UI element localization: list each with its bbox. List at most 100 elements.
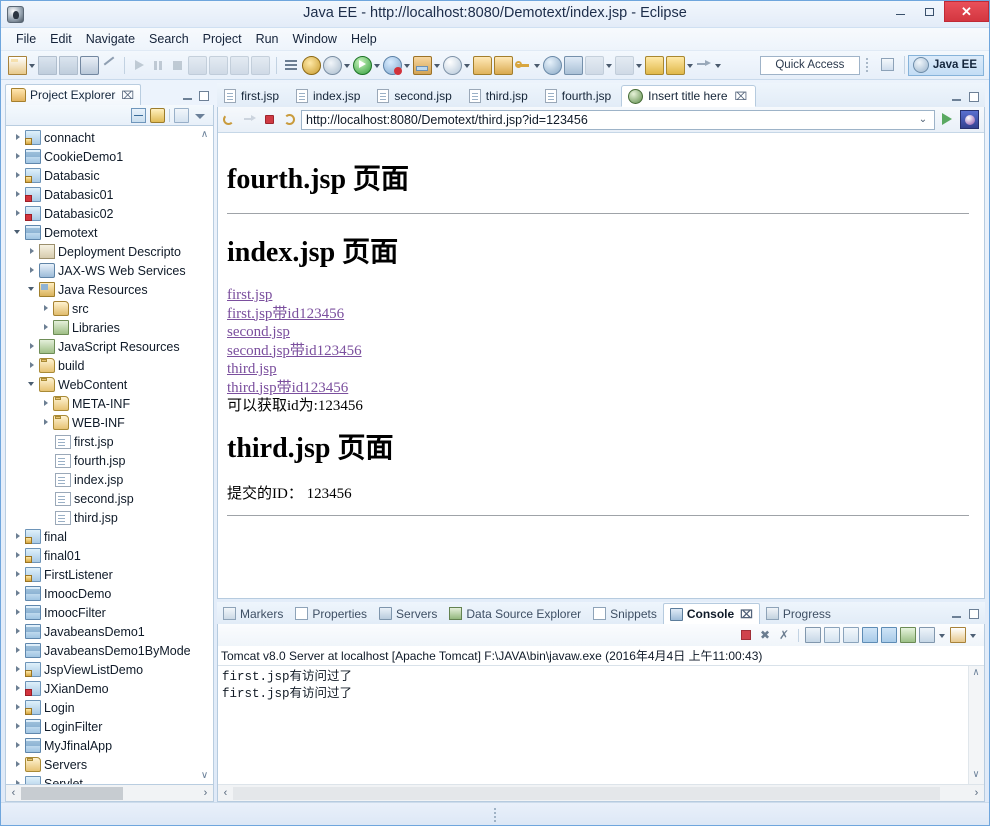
tree-item-imoocdemo[interactable]: ImoocDemo (6, 584, 213, 603)
editor-tab-index-jsp[interactable]: index.jsp (289, 85, 369, 107)
last-edit-location-icon[interactable] (696, 57, 713, 74)
show-console-on-output-icon[interactable] (862, 627, 878, 643)
bottom-tab-snippets[interactable]: Snippets (587, 603, 663, 624)
chevron-right-icon[interactable] (12, 679, 25, 698)
console-vscrollbar[interactable]: ∧ ∨ (968, 666, 984, 784)
editor-tab-fourth-jsp[interactable]: fourth.jsp (538, 85, 620, 107)
tree-item-first-jsp[interactable]: first.jsp (6, 432, 213, 451)
chevron-right-icon[interactable] (26, 261, 39, 280)
open-type-arrow[interactable] (533, 57, 542, 74)
editor-tab-third-jsp[interactable]: third.jsp (462, 85, 537, 107)
bottom-tab-progress[interactable]: Progress (760, 603, 837, 624)
new-wizard-icon[interactable] (8, 55, 27, 75)
resume-icon[interactable] (131, 57, 148, 74)
forward-icon[interactable] (666, 55, 685, 75)
view-menu-icon[interactable] (193, 108, 208, 123)
bottom-tab-data-source-explorer[interactable]: Data Source Explorer (443, 603, 587, 624)
toggle-breakpoint-icon[interactable] (302, 55, 321, 75)
link-editor-icon[interactable] (101, 57, 118, 74)
tree-item-second-jsp[interactable]: second.jsp (6, 489, 213, 508)
profile-arrow[interactable] (463, 57, 472, 74)
chevron-right-icon[interactable] (12, 660, 25, 679)
chevron-right-icon[interactable] (12, 755, 25, 774)
pin-console-icon[interactable] (900, 627, 916, 643)
last-edit-arrow[interactable] (714, 57, 723, 74)
scroll-lock-icon[interactable] (824, 627, 840, 643)
disconnect-icon[interactable] (188, 55, 207, 75)
bottom-tab-console[interactable]: Console ⌧ (662, 603, 760, 624)
previous-annotation-icon[interactable] (585, 55, 604, 75)
tree-item-deployment-descripto[interactable]: Deployment Descripto (6, 242, 213, 261)
console-hscroll-right-icon[interactable]: › (969, 787, 984, 799)
bottom-tab-servers[interactable]: Servers (373, 603, 443, 624)
refresh-icon[interactable] (281, 111, 298, 128)
close-icon[interactable]: ⌧ (735, 90, 748, 103)
forward-icon[interactable] (241, 111, 258, 128)
save-icon[interactable] (38, 55, 57, 75)
debug-dropdown-arrow[interactable] (403, 57, 412, 74)
menu-help[interactable]: Help (344, 30, 384, 48)
tree-item-webcontent[interactable]: WebContent (6, 375, 213, 394)
tree-item-build[interactable]: build (6, 356, 213, 375)
hscroll-left-icon[interactable]: ‹ (6, 787, 21, 799)
chevron-right-icon[interactable] (26, 337, 39, 356)
maximize-view-icon[interactable] (199, 91, 209, 101)
run-as-server-arrow[interactable] (433, 57, 442, 74)
display-selected-console-arrow[interactable] (938, 627, 947, 643)
chevron-right-icon[interactable] (12, 698, 25, 717)
chevron-right-icon[interactable] (12, 603, 25, 622)
display-selected-console-icon[interactable] (919, 627, 935, 643)
resize-grip[interactable] (493, 807, 497, 821)
chevron-right-icon[interactable] (12, 204, 25, 223)
new-java-class-icon[interactable] (564, 55, 583, 75)
tab-project-explorer[interactable]: Project Explorer ⌧ (5, 84, 142, 105)
chevron-right-icon[interactable] (12, 774, 25, 784)
tree-item-demotext[interactable]: Demotext (6, 223, 213, 242)
link-first-jsp-id[interactable]: first.jsp带id123456 (227, 305, 969, 324)
previous-annotation-arrow[interactable] (605, 57, 614, 74)
close-button[interactable]: ✕ (944, 1, 989, 22)
tree-item-src[interactable]: src (6, 299, 213, 318)
tree-item-libraries[interactable]: Libraries (6, 318, 213, 337)
maximize-console-icon[interactable] (969, 609, 979, 619)
open-perspective-button[interactable] (878, 55, 898, 75)
console-scroll-up-icon[interactable]: ∧ (970, 668, 982, 680)
chevron-right-icon[interactable] (12, 622, 25, 641)
chevron-right-icon[interactable] (12, 641, 25, 660)
run-as-server-icon[interactable] (413, 55, 432, 75)
bottom-tab-markers[interactable]: Markers (217, 603, 289, 624)
remove-launch-icon[interactable]: ✖ (757, 627, 773, 643)
back-icon[interactable] (645, 55, 664, 75)
stop-icon[interactable] (261, 111, 278, 128)
menu-file[interactable]: File (9, 30, 43, 48)
external-tools-arrow[interactable] (343, 57, 352, 74)
tree-item-connacht[interactable]: connacht (6, 128, 213, 147)
console-output[interactable]: first.jsp有访问过了 first.jsp有访问过了 ∧ ∨ (218, 666, 984, 784)
menu-project[interactable]: Project (196, 30, 249, 48)
editor-tab-insert-title-here[interactable]: Insert title here ⌧ (621, 85, 757, 107)
forward-arrow[interactable] (686, 57, 695, 74)
tree-item-imoocfilter[interactable]: ImoocFilter (6, 603, 213, 622)
toolbar-grip[interactable] (864, 56, 871, 75)
open-task-icon[interactable] (283, 57, 300, 74)
run-icon[interactable] (353, 55, 372, 75)
tree-item-cookiedemo1[interactable]: CookieDemo1 (6, 147, 213, 166)
step-return-icon[interactable] (251, 55, 270, 75)
tree-item-jax-ws-web-services[interactable]: JAX-WS Web Services (6, 261, 213, 280)
tree-item-databasic01[interactable]: Databasic01 (6, 185, 213, 204)
tree-item-javabeansdemo1bymode[interactable]: JavabeansDemo1ByMode (6, 641, 213, 660)
pause-icon[interactable] (150, 57, 167, 74)
menu-run[interactable]: Run (249, 30, 286, 48)
menu-navigate[interactable]: Navigate (79, 30, 142, 48)
console-hscroll-left-icon[interactable]: ‹ (218, 787, 233, 799)
tree-item-java-resources[interactable]: Java Resources (6, 280, 213, 299)
menu-search[interactable]: Search (142, 30, 196, 48)
maximize-button[interactable] (915, 1, 944, 22)
link-third-jsp-id[interactable]: third.jsp带id123456 (227, 379, 969, 398)
editor-tab-first-jsp[interactable]: first.jsp (217, 85, 288, 107)
minimize-button[interactable] (886, 1, 915, 22)
open-external-browser-icon[interactable] (960, 110, 979, 129)
tree-item-javascript-resources[interactable]: JavaScript Resources (6, 337, 213, 356)
next-annotation-icon[interactable] (615, 55, 634, 75)
link-second-jsp[interactable]: second.jsp (227, 323, 969, 342)
